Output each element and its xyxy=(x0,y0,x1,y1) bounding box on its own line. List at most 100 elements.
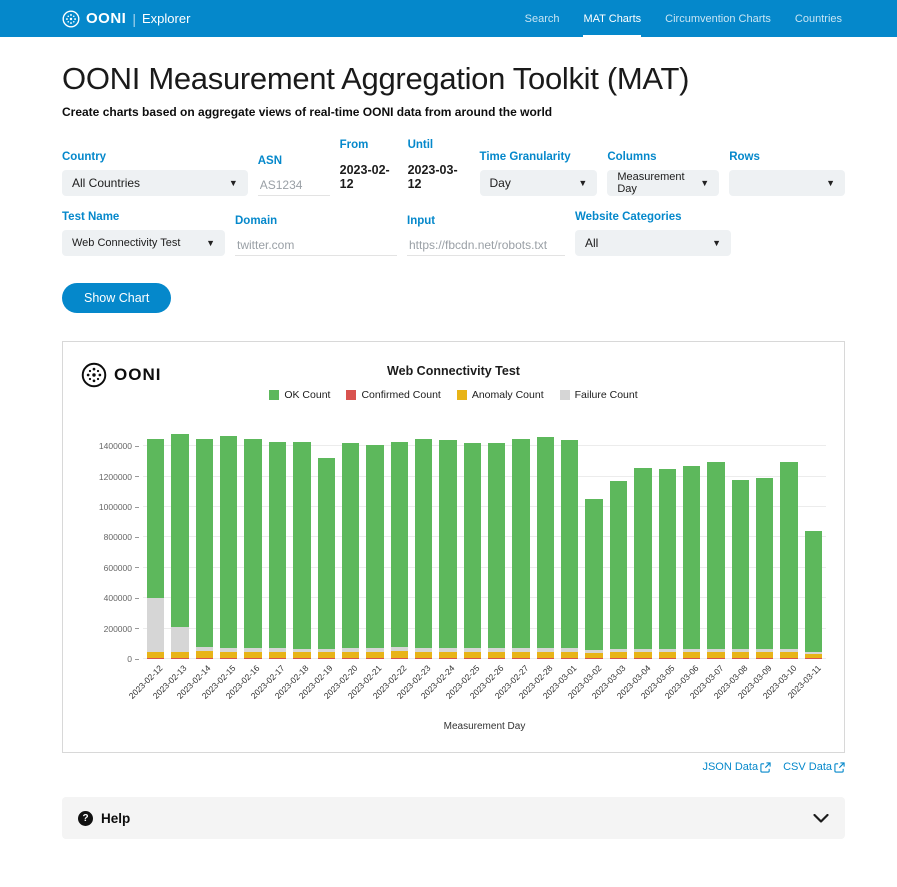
chart-container: OONI Web Connectivity Test OK CountConfi… xyxy=(62,341,845,753)
bar-2023-03-03[interactable] xyxy=(610,431,627,659)
page-subtitle: Create charts based on aggregate views o… xyxy=(62,105,845,119)
external-link-icon xyxy=(760,762,771,773)
ooni-logo-icon xyxy=(81,362,107,388)
domain-input[interactable] xyxy=(235,234,397,256)
bar-2023-02-26[interactable] xyxy=(488,431,505,659)
external-link-icon xyxy=(834,762,845,773)
bar-segment-ok-count xyxy=(342,443,359,648)
from-date-value[interactable]: 2023-02-12 xyxy=(340,158,398,196)
country-label: Country xyxy=(62,151,248,163)
filter-row-2: Test Name Web Connectivity Test ▼ Domain… xyxy=(62,211,845,256)
legend-label: OK Count xyxy=(284,389,330,401)
bar-2023-02-12[interactable] xyxy=(147,431,164,659)
help-accordion[interactable]: ? Help xyxy=(62,797,845,839)
asn-input[interactable] xyxy=(258,174,330,196)
csv-data-link-label: CSV Data xyxy=(783,761,832,773)
test-name-select-value: Web Connectivity Test xyxy=(72,237,180,249)
bar-2023-02-16[interactable] xyxy=(244,431,261,659)
bar-2023-03-11[interactable] xyxy=(805,431,822,659)
bar-2023-03-04[interactable] xyxy=(634,431,651,659)
bar-2023-02-15[interactable] xyxy=(220,431,237,659)
x-axis-title: Measurement Day xyxy=(143,721,826,732)
bar-segment-ok-count xyxy=(439,440,456,648)
bar-2023-02-14[interactable] xyxy=(196,431,213,659)
bar-2023-02-20[interactable] xyxy=(342,431,359,659)
bar-segment-ok-count xyxy=(244,439,261,648)
bar-2023-02-28[interactable] xyxy=(537,431,554,659)
nav-link-search[interactable]: Search xyxy=(525,0,560,37)
domain-field: Domain xyxy=(235,215,397,256)
chart-legend: OK CountConfirmed CountAnomaly CountFail… xyxy=(81,389,826,401)
bar-segment-ok-count xyxy=(561,440,578,648)
from-label: From xyxy=(340,139,398,151)
main-content: OONI Measurement Aggregation Toolkit (MA… xyxy=(0,61,897,839)
bar-segment-ok-count xyxy=(220,436,237,648)
test-name-label: Test Name xyxy=(62,211,225,223)
csv-data-link[interactable]: CSV Data xyxy=(783,761,845,773)
bar-2023-02-24[interactable] xyxy=(439,431,456,659)
bar-segment-ok-count xyxy=(707,462,724,649)
bar-segment-ok-count xyxy=(269,442,286,648)
bar-2023-03-05[interactable] xyxy=(659,431,676,659)
y-axis-tick-label: 1000000 xyxy=(99,502,139,512)
time-granularity-label: Time Granularity xyxy=(480,151,598,163)
show-chart-button[interactable]: Show Chart xyxy=(62,283,171,313)
rows-field: Rows ▼ xyxy=(729,151,845,196)
time-granularity-select[interactable]: Day ▼ xyxy=(480,170,598,196)
bar-segment-ok-count xyxy=(464,443,481,648)
bar-2023-03-10[interactable] xyxy=(780,431,797,659)
bar-2023-02-19[interactable] xyxy=(318,431,335,659)
bar-2023-03-07[interactable] xyxy=(707,431,724,659)
bar-2023-02-25[interactable] xyxy=(464,431,481,659)
navbar: OONI | Explorer Search MAT Charts Circum… xyxy=(0,0,897,37)
test-name-field: Test Name Web Connectivity Test ▼ xyxy=(62,211,225,256)
bar-2023-02-27[interactable] xyxy=(512,431,529,659)
bar-2023-03-08[interactable] xyxy=(732,431,749,659)
brand-name: OONI xyxy=(86,10,126,27)
legend-swatch xyxy=(346,390,356,400)
columns-select-value: Measurement Day xyxy=(617,171,692,195)
website-categories-select[interactable]: All ▼ xyxy=(575,230,731,256)
bar-2023-03-09[interactable] xyxy=(756,431,773,659)
bar-segment-ok-count xyxy=(293,442,310,648)
input-label: Input xyxy=(407,215,565,227)
chevron-down-icon: ▼ xyxy=(578,178,587,188)
y-axis-tick-label: 200000 xyxy=(104,624,139,634)
test-name-select[interactable]: Web Connectivity Test ▼ xyxy=(62,230,225,256)
bars-group xyxy=(143,431,826,659)
bar-2023-02-23[interactable] xyxy=(415,431,432,659)
time-granularity-field: Time Granularity Day ▼ xyxy=(480,151,598,196)
bar-segment-ok-count xyxy=(171,434,188,627)
bar-segment-ok-count xyxy=(756,478,773,649)
until-date-value[interactable]: 2023-03-12 xyxy=(408,158,470,196)
chevron-down-icon: ▼ xyxy=(229,178,238,188)
y-axis-tick-label: 600000 xyxy=(104,563,139,573)
bar-2023-02-22[interactable] xyxy=(391,431,408,659)
help-label: Help xyxy=(101,811,130,826)
bar-2023-03-02[interactable] xyxy=(585,431,602,659)
nav-link-countries[interactable]: Countries xyxy=(795,0,842,37)
chart-plot-area: 0200000400000600000800000100000012000001… xyxy=(81,431,826,659)
data-links-row: JSON Data CSV Data xyxy=(62,761,845,773)
bar-2023-02-18[interactable] xyxy=(293,431,310,659)
ooni-explorer-logo[interactable]: OONI | Explorer xyxy=(62,0,190,37)
nav-link-mat-charts[interactable]: MAT Charts xyxy=(583,0,641,37)
bar-2023-02-13[interactable] xyxy=(171,431,188,659)
json-data-link[interactable]: JSON Data xyxy=(702,761,771,773)
bar-segment-ok-count xyxy=(659,469,676,649)
chart-y-axis: 0200000400000600000800000100000012000001… xyxy=(81,431,143,659)
bar-2023-03-01[interactable] xyxy=(561,431,578,659)
website-categories-label: Website Categories xyxy=(575,211,731,223)
country-select[interactable]: All Countries ▼ xyxy=(62,170,248,196)
bar-2023-02-17[interactable] xyxy=(269,431,286,659)
json-data-link-label: JSON Data xyxy=(702,761,758,773)
bar-2023-03-06[interactable] xyxy=(683,431,700,659)
bar-segment-ok-count xyxy=(196,439,213,648)
columns-select[interactable]: Measurement Day ▼ xyxy=(607,170,719,196)
input-input[interactable] xyxy=(407,234,565,256)
website-categories-select-value: All xyxy=(585,236,598,250)
rows-select[interactable]: ▼ xyxy=(729,170,845,196)
chevron-down-icon[interactable] xyxy=(813,814,829,823)
nav-link-circumvention-charts[interactable]: Circumvention Charts xyxy=(665,0,771,37)
bar-2023-02-21[interactable] xyxy=(366,431,383,659)
